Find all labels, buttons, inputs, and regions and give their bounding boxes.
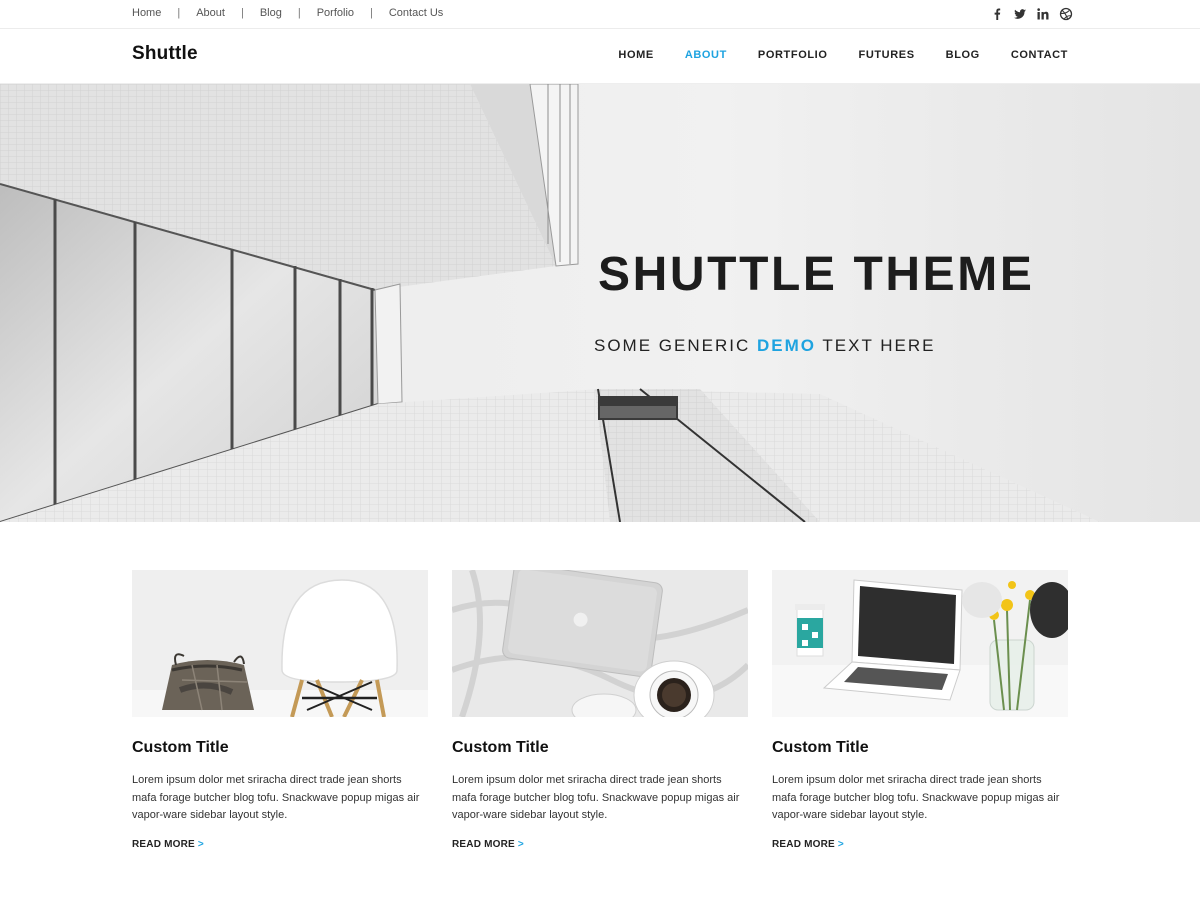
nav-contact[interactable]: CONTACT	[1011, 49, 1068, 61]
hero-building-image	[0, 84, 1200, 522]
card-image-chair[interactable]	[132, 570, 428, 717]
twitter-icon[interactable]	[1013, 7, 1027, 21]
read-more-link[interactable]: READ MORE >	[132, 839, 204, 850]
card-title: Custom Title	[452, 739, 549, 756]
read-more-label: READ MORE	[132, 838, 195, 850]
card-title: Custom Title	[132, 739, 229, 756]
hero-subtitle-highlight: DEMO	[756, 336, 816, 355]
card-text: Lorem ipsum dolor met sriracha direct tr…	[132, 774, 420, 821]
top-link-contact[interactable]: Contact Us	[389, 7, 443, 19]
hero-title: SHUTTLE THEME	[598, 248, 1035, 301]
arrow-right-icon: >	[837, 838, 844, 850]
card-title: Custom Title	[772, 739, 869, 756]
feature-card: Custom Title Lorem ipsum dolor met srira…	[772, 570, 1068, 852]
card-image-laptop-bed[interactable]	[452, 570, 748, 717]
feature-cards: Custom Title Lorem ipsum dolor met srira…	[132, 570, 1068, 852]
feature-card: Custom Title Lorem ipsum dolor met srira…	[452, 570, 748, 852]
top-link-blog[interactable]: Blog	[260, 7, 282, 19]
read-more-label: READ MORE	[772, 838, 835, 850]
site-logo[interactable]: Shuttle	[132, 43, 198, 65]
top-link-home[interactable]: Home	[132, 7, 161, 19]
separator: |	[177, 7, 181, 19]
facebook-icon[interactable]	[990, 7, 1004, 21]
nav-portfolio[interactable]: PORTFOLIO	[758, 49, 828, 61]
card-text: Lorem ipsum dolor met sriracha direct tr…	[452, 774, 740, 821]
card-image-laptop-flowers[interactable]	[772, 570, 1068, 717]
site-header: Shuttle HOME ABOUT PORTFOLIO FUTURES BLO…	[0, 29, 1200, 84]
top-bar: Home | About | Blog | Porfolio | Contact…	[0, 0, 1200, 29]
nav-blog[interactable]: BLOG	[946, 49, 980, 61]
nav-about[interactable]: ABOUT	[685, 49, 727, 61]
nav-home[interactable]: HOME	[618, 49, 653, 61]
top-link-portfolio[interactable]: Porfolio	[317, 7, 354, 19]
arrow-right-icon: >	[517, 838, 524, 850]
nav-futures[interactable]: FUTURES	[859, 49, 915, 61]
card-text: Lorem ipsum dolor met sriracha direct tr…	[772, 774, 1060, 821]
social-links	[990, 7, 1073, 21]
feature-card: Custom Title Lorem ipsum dolor met srira…	[132, 570, 428, 852]
read-more-link[interactable]: READ MORE >	[772, 839, 844, 850]
hero-subtitle-end: TEXT HERE	[822, 336, 936, 355]
separator: |	[370, 7, 373, 19]
separator: |	[297, 7, 301, 19]
linkedin-icon[interactable]	[1036, 7, 1050, 21]
hero-subtitle-start: SOME GENERIC	[594, 336, 751, 355]
separator: |	[240, 7, 244, 19]
hero-banner: SHUTTLE THEME SOME GENERIC DEMO TEXT HER…	[0, 84, 1200, 522]
main-nav: HOME ABOUT PORTFOLIO FUTURES BLOG CONTAC…	[618, 49, 1068, 61]
dribbble-icon[interactable]	[1059, 7, 1073, 21]
hero-subtitle: SOME GENERIC DEMO TEXT HERE	[594, 336, 936, 356]
top-link-about[interactable]: About	[196, 7, 225, 19]
read-more-link[interactable]: READ MORE >	[452, 839, 524, 850]
read-more-label: READ MORE	[452, 838, 515, 850]
arrow-right-icon: >	[197, 838, 204, 850]
top-links: Home | About | Blog | Porfolio | Contact…	[132, 7, 443, 19]
